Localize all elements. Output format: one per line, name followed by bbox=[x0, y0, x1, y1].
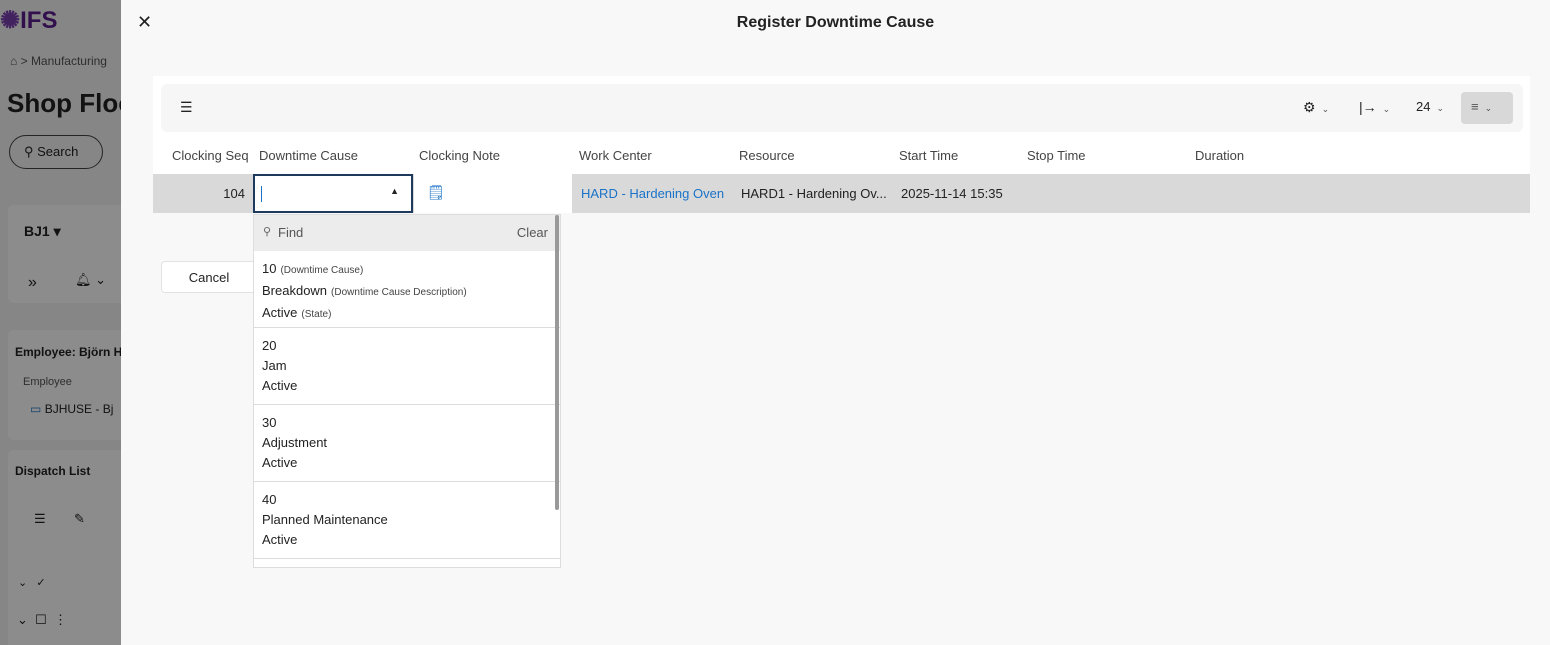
clear-button[interactable]: Clear bbox=[517, 225, 548, 240]
search-icon: ⚲ bbox=[263, 226, 272, 238]
dialog-title: Register Downtime Cause bbox=[736, 14, 935, 31]
list-item[interactable]: 10 (Downtime Cause) Breakdown (Downtime Cau… bbox=[254, 251, 560, 328]
list-item[interactable]: 40 Planned Maintenance Active bbox=[254, 482, 560, 559]
work-center-link[interactable]: HARD - Hardening Oven bbox=[581, 186, 724, 201]
find-placeholder: Find bbox=[278, 225, 304, 240]
page-size-select[interactable]: 24 ⌄ bbox=[1416, 99, 1444, 114]
column-header[interactable]: Downtime Cause bbox=[259, 148, 358, 163]
list-item[interactable]: 20 Jam Active bbox=[254, 328, 560, 405]
column-header[interactable]: Clocking Seq bbox=[172, 148, 249, 163]
settings-button[interactable]: ⚙ ⌄ bbox=[1303, 99, 1329, 116]
background-page: ✺IFS ⌂ > Manufacturing Shop Floor ⚲ Sear… bbox=[0, 0, 121, 645]
cancel-button[interactable]: Cancel bbox=[161, 261, 257, 293]
resource-cell: HARD1 - Hardening Ov... bbox=[741, 186, 887, 201]
table-row[interactable]: 104 ▲ 🗒︎ HARD - Hardening Oven HARD1 - H… bbox=[153, 174, 1530, 213]
clocking-note-cell[interactable]: 🗒︎ bbox=[414, 174, 572, 213]
downtime-cause-dropdown: ⚲ Find Clear 10 (Downtime Cause) Breakdown… bbox=[253, 214, 561, 568]
downtime-cause-input[interactable]: ▲ bbox=[253, 174, 413, 213]
scrollbar[interactable] bbox=[555, 215, 559, 510]
table-toolbar: ☰ ⚙ ⌄ |→ ⌄ 24 ⌄ ≡ ⌄ bbox=[161, 84, 1523, 132]
list-item[interactable]: 30 Adjustment Active bbox=[254, 405, 560, 482]
column-header[interactable]: Stop Time bbox=[1027, 148, 1086, 163]
list-icon: ≡ bbox=[1471, 99, 1479, 114]
column-header[interactable]: Duration bbox=[1195, 148, 1244, 163]
column-header[interactable]: Clocking Note bbox=[419, 148, 500, 163]
column-header[interactable]: Resource bbox=[739, 148, 795, 163]
start-time-cell: 2025-11-14 15:35 bbox=[901, 186, 1003, 201]
find-input[interactable]: ⚲ Find Clear bbox=[254, 215, 560, 251]
clocking-seq-cell: 104 bbox=[223, 186, 245, 201]
arrow-right-bar-icon: |→ bbox=[1359, 99, 1377, 115]
column-jump-button[interactable]: |→ ⌄ bbox=[1359, 99, 1390, 115]
column-header[interactable]: Work Center bbox=[579, 148, 652, 163]
column-header[interactable]: Start Time bbox=[899, 148, 958, 163]
caret-up-icon[interactable]: ▲ bbox=[390, 186, 399, 196]
gear-icon: ⚙ bbox=[1303, 99, 1316, 115]
density-button[interactable]: ≡ ⌄ bbox=[1461, 92, 1513, 124]
filter-icon[interactable]: ☰ bbox=[180, 99, 193, 116]
note-icon[interactable]: 🗒︎ bbox=[427, 184, 445, 201]
downtime-table: ☰ ⚙ ⌄ |→ ⌄ 24 ⌄ ≡ ⌄ Clocking Seq Downtime Ca… bbox=[153, 76, 1530, 213]
